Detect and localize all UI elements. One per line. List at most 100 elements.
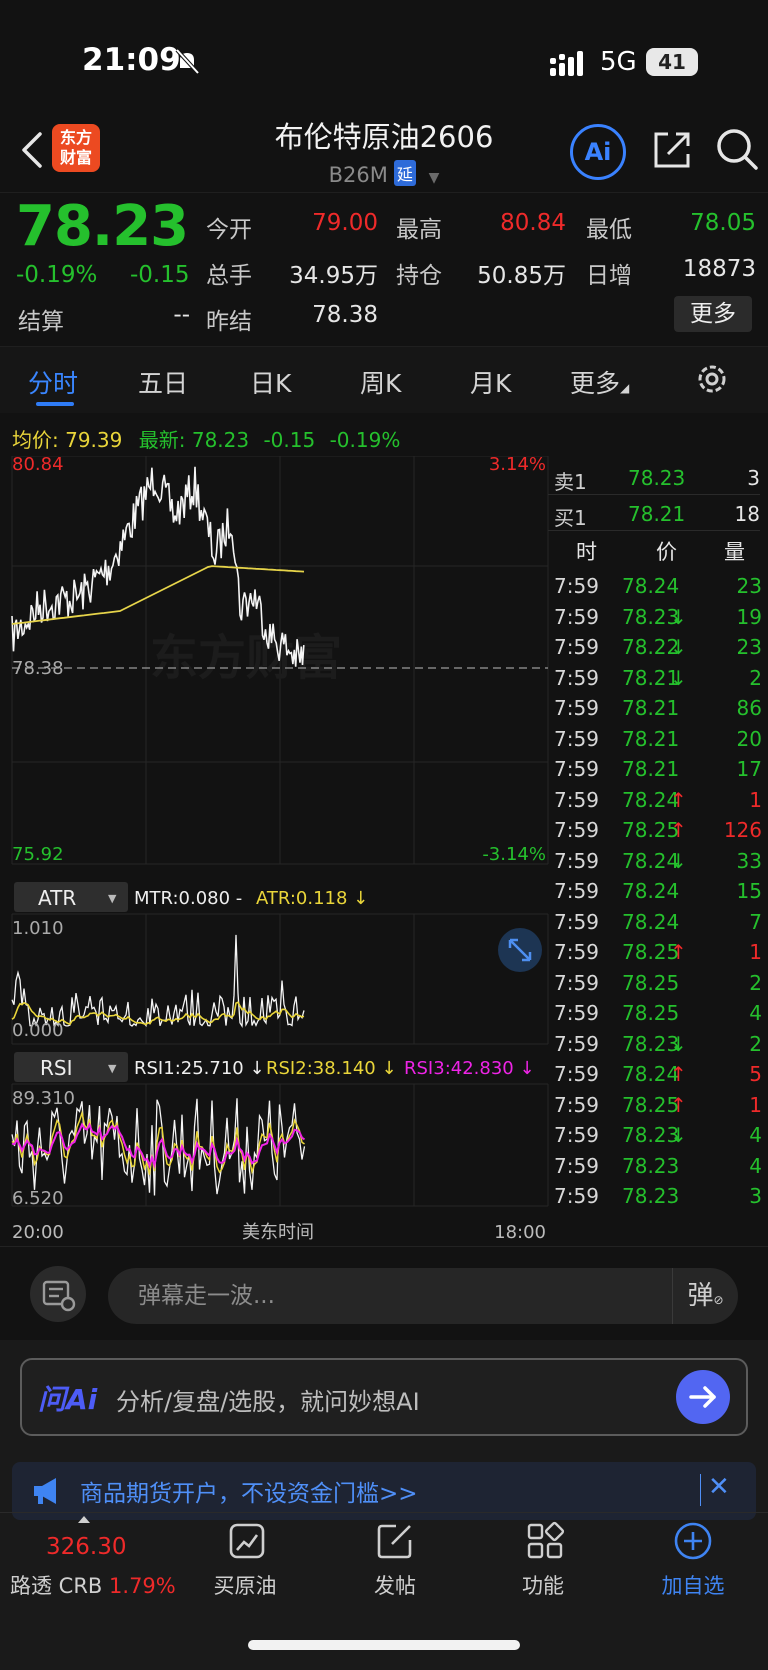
trade-row: 7:59 78.22 ↓ 23: [548, 633, 762, 665]
triangle-up-icon: [78, 1516, 90, 1523]
more-button[interactable]: 更多: [674, 296, 752, 332]
status-time: 21:09: [82, 42, 181, 78]
danmaku-toggle-button[interactable]: 弹⊘: [672, 1268, 738, 1324]
divider: [548, 494, 760, 495]
tab-daily-k[interactable]: 日K: [250, 364, 291, 400]
x-axis-end: 18:00: [494, 1222, 546, 1243]
percent-change: -0.19%: [16, 262, 98, 288]
arrow-down-icon: ↓: [670, 665, 687, 690]
promo-text[interactable]: 商品期货开户，不设资金门槛>>: [80, 1474, 418, 1508]
arrow-up-icon: ↑: [670, 818, 687, 842]
trade-qty: 4: [749, 1123, 762, 1147]
last-value: 78.23: [191, 428, 250, 452]
trade-row: 7:59 78.25 2: [548, 969, 762, 1001]
grid-icon[interactable]: [524, 1520, 566, 1562]
trade-price: 78.21: [622, 696, 680, 720]
arrow-up-icon: ↑: [670, 940, 687, 964]
volume-label: 总手: [206, 263, 252, 289]
open-value: 79.00: [312, 210, 378, 236]
rsi3-legend: RSI3:42.830 ↓: [404, 1058, 535, 1079]
prev-settle-label: 昨结: [206, 309, 252, 335]
x-axis-start: 20:00: [12, 1222, 64, 1243]
nav-functions[interactable]: 功能: [488, 1570, 598, 1600]
chart-box-icon[interactable]: [226, 1520, 268, 1562]
trade-qty: 20: [736, 726, 762, 751]
trade-time: 7:59: [554, 909, 599, 934]
trade-row: 7:59 78.23 4: [548, 1152, 762, 1184]
crb-index-value[interactable]: 326.30: [46, 1534, 126, 1560]
edit-icon[interactable]: [374, 1520, 416, 1562]
trade-row: 7:59 78.23 ↓ 19: [548, 603, 762, 635]
tab-more[interactable]: 更多◢: [570, 364, 629, 400]
tab-weekly-k[interactable]: 周K: [360, 364, 401, 400]
trade-row: 7:59 78.21 17: [548, 755, 762, 787]
battery-level: 41: [658, 50, 686, 74]
trade-qty: 1: [749, 940, 762, 964]
home-indicator: [248, 1640, 520, 1650]
bid-qty: 18: [734, 502, 760, 526]
trade-price: 78.25: [622, 970, 680, 995]
atr-mtr-legend: MTR:0.080 -: [134, 888, 242, 909]
trade-row: 7:59 78.24 ↑ 1: [548, 786, 762, 818]
trade-time: 7:59: [554, 757, 599, 781]
trade-row: 7:59 78.25 4: [548, 999, 762, 1031]
ask-price: 78.23: [628, 466, 686, 490]
tab-five-day[interactable]: 五日: [138, 364, 188, 400]
settle-label: 结算: [18, 309, 64, 335]
ask-qty: 3: [747, 466, 760, 490]
nav-post[interactable]: 发帖: [340, 1570, 450, 1600]
trade-time: 7:59: [554, 1123, 599, 1147]
trade-qty: 17: [736, 757, 762, 781]
trade-row: 7:59 78.24 ↑ 5: [548, 1060, 762, 1092]
trade-price: 78.21: [622, 726, 680, 751]
atr-axis-bottom: 0.000: [12, 1020, 64, 1041]
nav-buy-crude[interactable]: 买原油: [190, 1570, 300, 1600]
divider: [548, 530, 760, 531]
gear-icon[interactable]: [695, 362, 729, 396]
rsi-axis-top: 89.310: [12, 1088, 75, 1109]
tab-monthly-k[interactable]: 月K: [470, 364, 511, 400]
x-axis-label: 美东时间: [242, 1222, 314, 1243]
trade-price: 78.25: [622, 1001, 680, 1025]
crb-index[interactable]: 路透 CRB 1.79%: [10, 1570, 176, 1600]
add-circle-icon[interactable]: [672, 1520, 714, 1562]
danmaku-input[interactable]: 弹幕走一波...: [108, 1268, 738, 1324]
close-icon[interactable]: ✕: [708, 1472, 730, 1502]
nav-add-watchlist[interactable]: 加自选: [638, 1570, 748, 1600]
rsi3-series-line: [11, 1122, 306, 1170]
trade-qty: 86: [736, 696, 762, 720]
trade-time: 7:59: [554, 970, 599, 995]
trade-time: 7:59: [554, 940, 599, 964]
trade-time: 7:59: [554, 1062, 599, 1086]
trade-qty: 19: [736, 604, 762, 629]
absolute-change: -0.15: [130, 262, 190, 288]
bid-row[interactable]: 买1 78.21 18: [548, 496, 760, 530]
ask-label: 卖1: [554, 470, 587, 494]
atr-axis-top: 1.010: [12, 918, 64, 939]
intraday-chart[interactable]: 东方财富 80.84 78.38 75.92 3.14% -3.14% ATR …: [0, 456, 550, 1246]
share-icon[interactable]: [650, 128, 694, 172]
trade-price: 78.24: [622, 909, 680, 934]
trade-time: 7:59: [554, 696, 599, 720]
trade-time: 7:59: [554, 1001, 599, 1025]
open-interest-label: 持仓: [396, 263, 442, 289]
ai-send-button[interactable]: [676, 1370, 730, 1424]
contract-code-label: B26M: [328, 163, 388, 187]
danmaku-settings-button[interactable]: [30, 1266, 86, 1322]
trade-time: 7:59: [554, 604, 599, 629]
trade-price: 78.24: [622, 879, 680, 903]
ask-row[interactable]: 卖1 78.23 3: [548, 460, 760, 494]
rsi2-legend: RSI2:38.140 ↓: [266, 1058, 397, 1079]
rsi-selector-label: RSI: [40, 1056, 73, 1080]
trade-qty: 33: [736, 848, 762, 873]
search-icon[interactable]: [714, 126, 760, 172]
rsi-axis-bottom: 6.520: [12, 1188, 64, 1209]
arrow-down-icon: ↓: [670, 848, 687, 873]
tab-more-label: 更多: [570, 369, 621, 398]
trade-time: 7:59: [554, 1184, 599, 1208]
tab-intraday[interactable]: 分时: [28, 364, 78, 400]
atr-selector-label: ATR: [38, 886, 76, 910]
arrow-down-icon: ↓: [670, 1123, 687, 1147]
ai-button[interactable]: Ai: [570, 124, 626, 180]
arrow-up-icon: ↑: [670, 787, 687, 812]
